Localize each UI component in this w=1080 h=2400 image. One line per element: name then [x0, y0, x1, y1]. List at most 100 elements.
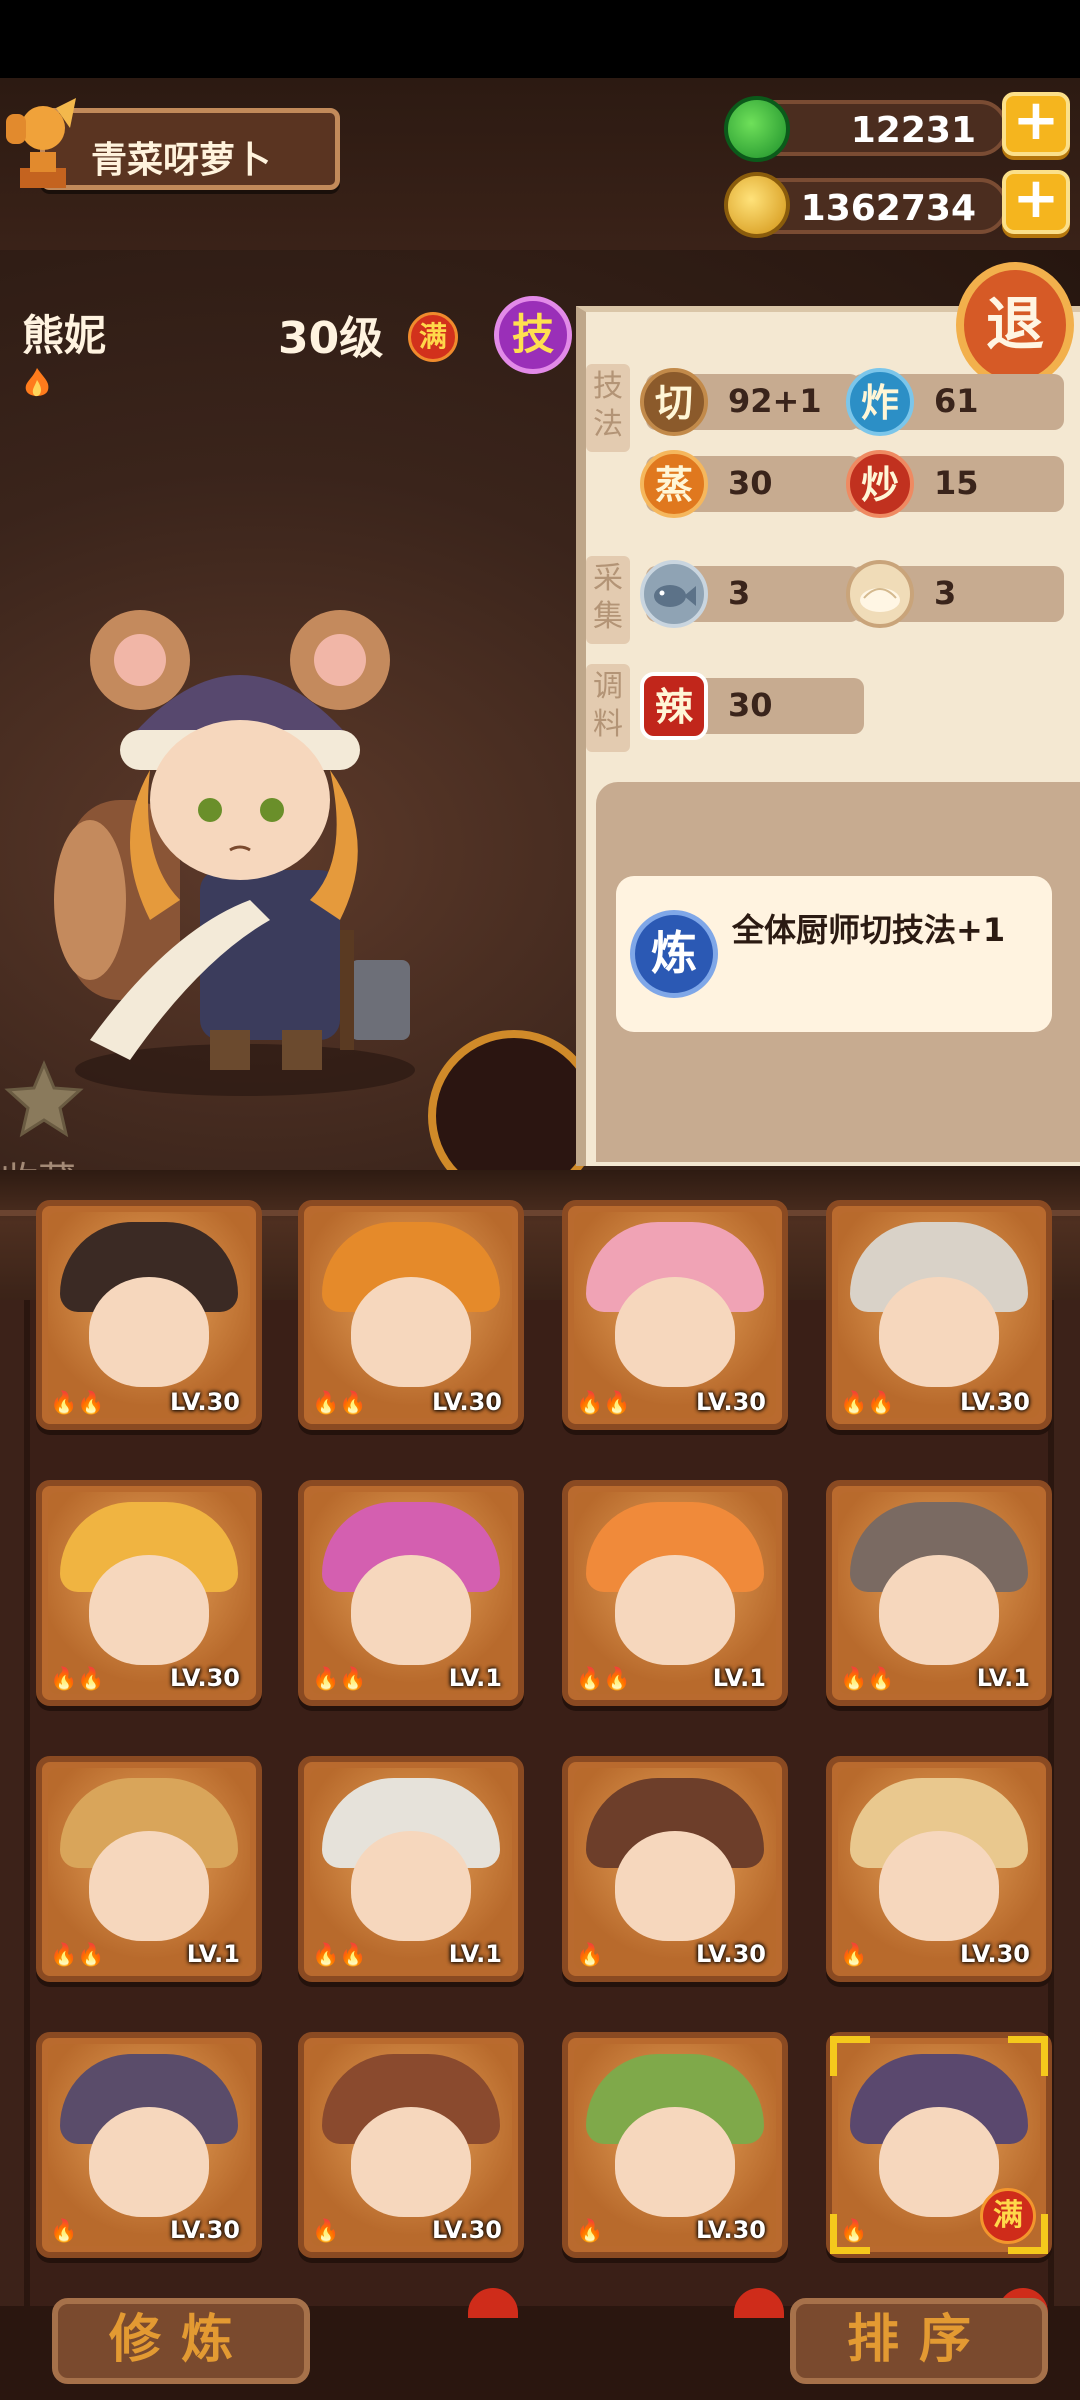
- stat-cut: 切 92+1: [640, 368, 860, 436]
- chef-face: [879, 1555, 999, 1666]
- stat-bun: 3: [846, 560, 1064, 628]
- chef-tile[interactable]: 🔥🔥 LV.1: [826, 1480, 1052, 1706]
- chef-name: 熊妮: [22, 311, 107, 360]
- fish-icon: [640, 560, 708, 628]
- tile-level: LV.1: [448, 1664, 502, 1692]
- tile-level: LV.1: [448, 1940, 502, 1968]
- chef-tile[interactable]: 🔥 LV.30: [562, 1756, 788, 1982]
- fry-icon: 炸: [846, 368, 914, 436]
- flame-icon: [25, 368, 49, 397]
- chef-tile[interactable]: 🔥🔥 LV.1: [562, 1480, 788, 1706]
- flame-icons: 🔥🔥: [312, 1391, 367, 1416]
- tile-level: LV.30: [170, 1664, 240, 1692]
- flame-icons: 🔥🔥: [50, 1391, 105, 1416]
- chef-tile[interactable]: 🔥 LV.30: [826, 1756, 1052, 1982]
- chef-face: [351, 2107, 471, 2218]
- tile-level: LV.1: [976, 1664, 1030, 1692]
- add-jade-button[interactable]: +: [1002, 92, 1070, 156]
- chef-face: [615, 1277, 735, 1388]
- tile-level: LV.30: [960, 1388, 1030, 1416]
- chef-level: 30级: [278, 313, 384, 364]
- flame-icons: 🔥: [50, 2219, 78, 2244]
- jade-icon: [724, 96, 790, 162]
- flame-icons: 🔥🔥: [312, 1667, 367, 1692]
- add-coin-button[interactable]: +: [1002, 170, 1070, 234]
- tile-level: LV.1: [712, 1664, 766, 1692]
- chef-tile[interactable]: 🔥🔥 LV.30: [298, 1200, 524, 1430]
- stat-fry: 炸 61: [846, 368, 1064, 436]
- cut-value: 92+1: [728, 382, 822, 420]
- chef-face: [615, 1555, 735, 1666]
- full-badge: 满: [408, 312, 458, 362]
- tile-level: LV.30: [432, 2216, 502, 2244]
- flame-icons: 🔥: [312, 2219, 340, 2244]
- chef-tile[interactable]: 🔥🔥 LV.30: [36, 1480, 262, 1706]
- chef-tile[interactable]: 🔥 LV.30: [36, 2032, 262, 2258]
- flame-icons: 🔥🔥: [576, 1391, 631, 1416]
- chef-tile[interactable]: 🔥🔥 LV.1: [298, 1480, 524, 1706]
- chef-tile[interactable]: 🔥 满: [826, 2032, 1052, 2258]
- flame-icons: 🔥🔥: [312, 1943, 367, 1968]
- stat-stirfry: 炒 15: [846, 450, 1064, 518]
- favorite-star-icon[interactable]: [4, 1060, 84, 1140]
- effect-text: 全体厨师切技法+1: [732, 911, 1006, 949]
- chef-portrait: [54, 610, 415, 1096]
- sort-button[interactable]: 排序: [790, 2298, 1048, 2384]
- selection-corner: [1008, 2214, 1048, 2254]
- selection-corner: [1008, 2036, 1048, 2076]
- coin-icon: [724, 172, 790, 238]
- steam-icon: 蒸: [640, 450, 708, 518]
- player-name-plate[interactable]: 青菜呀萝卜: [40, 108, 340, 190]
- fish-value: 3: [728, 574, 751, 612]
- chef-face: [879, 2107, 999, 2218]
- trophy-icon: [6, 98, 76, 188]
- chef-face: [879, 1277, 999, 1388]
- selection-corner: [830, 2036, 870, 2076]
- tile-level: LV.30: [170, 1388, 240, 1416]
- chef-face: [351, 1277, 471, 1388]
- status-bar: [0, 0, 1080, 78]
- steam-value: 30: [728, 464, 773, 502]
- skill-button[interactable]: 技: [494, 296, 572, 374]
- chef-tile[interactable]: 🔥 LV.30: [562, 2032, 788, 2258]
- tile-level: LV.30: [696, 2216, 766, 2244]
- chef-face: [89, 2107, 209, 2218]
- player-name: 青菜呀萝卜: [91, 140, 272, 181]
- spicy-icon: 辣: [640, 672, 708, 740]
- chef-face: [879, 1831, 999, 1942]
- chef-face: [89, 1555, 209, 1666]
- bun-value: 3: [934, 574, 957, 612]
- effect-note: 炼 全体厨师切技法+1: [616, 876, 1052, 1032]
- chef-face: [351, 1555, 471, 1666]
- flame-icons: 🔥🔥: [50, 1667, 105, 1692]
- chef-face: [89, 1277, 209, 1388]
- chef-tile[interactable]: 🔥 LV.30: [298, 2032, 524, 2258]
- flame-icons: 🔥🔥: [840, 1391, 895, 1416]
- seasoning-category-label: 调料: [586, 664, 630, 752]
- spicy-value: 30: [728, 686, 773, 724]
- chef-face: [615, 2107, 735, 2218]
- stirfry-icon: 炒: [846, 450, 914, 518]
- refine-icon: 炼: [630, 910, 718, 998]
- flame-icons: 🔥: [576, 1943, 604, 1968]
- jade-amount: 12231: [850, 110, 976, 151]
- flame-icons: 🔥🔥: [576, 1667, 631, 1692]
- return-button[interactable]: 退: [956, 262, 1074, 388]
- flame-icons: 🔥: [840, 1943, 868, 1968]
- tile-level: LV.1: [186, 1940, 240, 1968]
- tile-level: LV.30: [170, 2216, 240, 2244]
- train-button[interactable]: 修炼: [52, 2298, 310, 2384]
- chef-face: [351, 1831, 471, 1942]
- chef-tile[interactable]: 🔥🔥 LV.1: [36, 1756, 262, 1982]
- chef-tile[interactable]: 🔥🔥 LV.30: [562, 1200, 788, 1430]
- tile-level: LV.30: [696, 1940, 766, 1968]
- bun-icon: [846, 560, 914, 628]
- chef-tile[interactable]: 🔥🔥 LV.1: [298, 1756, 524, 1982]
- gather-category-label: 采集: [586, 556, 630, 644]
- chef-face: [615, 1831, 735, 1942]
- tile-level: LV.30: [960, 1940, 1030, 1968]
- chef-tile[interactable]: 🔥🔥 LV.30: [826, 1200, 1052, 1430]
- cut-icon: 切: [640, 368, 708, 436]
- chef-tile[interactable]: 🔥🔥 LV.30: [36, 1200, 262, 1430]
- stirfry-value: 15: [934, 464, 979, 502]
